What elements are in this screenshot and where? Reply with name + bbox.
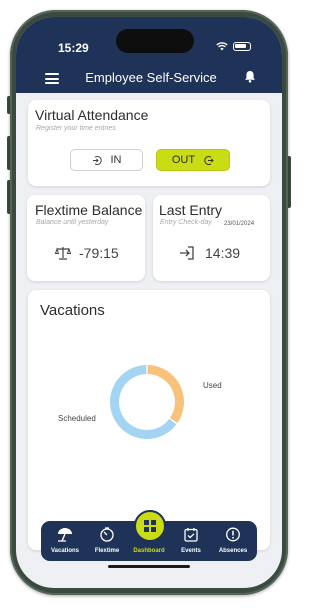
virtual-attendance-title: Virtual Attendance [35, 107, 149, 123]
nav-item-vacations[interactable]: Vacations [43, 521, 87, 561]
vacations-title: Vacations [40, 302, 105, 319]
balance-scale-icon [55, 247, 71, 260]
wifi-icon [216, 42, 228, 51]
last-entry-subtitle: Entry Check-day [160, 219, 212, 226]
status-icons [216, 42, 251, 51]
dashboard-grid-icon [144, 520, 156, 532]
clock-in-button[interactable]: IN [70, 149, 143, 171]
nav-label-events: Events [181, 548, 201, 554]
virtual-attendance-subtitle: Register your time entries [36, 125, 116, 132]
battery-icon [233, 42, 251, 51]
nav-item-events[interactable]: Events [169, 521, 213, 561]
clock-in-label: IN [110, 154, 122, 166]
vacations-donut-chart [110, 365, 184, 439]
flextime-balance-subtitle: Balance until yesterday [36, 219, 109, 226]
app-screen: 15:29 Employee Self-Service Virtual Atte… [16, 17, 282, 588]
login-arrow-icon [180, 246, 194, 260]
alert-circle-icon [226, 527, 240, 542]
flextime-balance-value: -79:15 [79, 245, 119, 261]
nav-label-flextime: Flextime [94, 548, 120, 554]
nav-label-dashboard: Dashboard [133, 548, 165, 554]
hamburger-icon[interactable] [45, 73, 59, 84]
last-entry-value-row: 14:39 [179, 245, 240, 261]
clock-in-icon [92, 155, 102, 165]
bell-icon[interactable] [244, 70, 256, 83]
beach-umbrella-icon [58, 528, 72, 542]
flextime-balance-value-row: -79:15 [55, 245, 119, 261]
last-entry-value: 14:39 [205, 245, 241, 261]
clock-out-label: OUT [171, 154, 196, 166]
last-entry-date: 23/01/2024 [224, 221, 255, 227]
dashboard-button[interactable] [134, 510, 166, 542]
dynamic-island [116, 29, 194, 53]
donut-label-scheduled: Scheduled [58, 414, 96, 423]
flextime-balance-card[interactable]: Flextime Balance Balance until yesterday… [27, 195, 145, 281]
nav-item-absences[interactable]: Absences [211, 521, 255, 561]
status-time: 15:29 [58, 41, 89, 55]
nav-label-absences: Absences [218, 548, 248, 554]
clock-out-icon [204, 155, 214, 165]
virtual-attendance-card: Virtual Attendance Register your time en… [28, 100, 270, 186]
donut-label-used: Used [203, 381, 222, 390]
page-title: Employee Self-Service [85, 70, 217, 85]
donut-slice-used [147, 365, 184, 424]
home-indicator [108, 565, 190, 568]
last-entry-title: Last Entry [159, 202, 223, 218]
clock-out-button[interactable]: OUT [156, 149, 230, 171]
nav-item-flextime[interactable]: Flextime [85, 521, 129, 561]
app-header: 15:29 Employee Self-Service [16, 17, 282, 93]
last-entry-card[interactable]: Last Entry Entry Check-day 23/01/2024 14… [153, 195, 270, 281]
timer-icon [100, 527, 114, 542]
flextime-balance-title: Flextime Balance [35, 202, 143, 218]
calendar-check-icon [184, 528, 198, 542]
nav-label-vacations: Vacations [50, 548, 79, 554]
